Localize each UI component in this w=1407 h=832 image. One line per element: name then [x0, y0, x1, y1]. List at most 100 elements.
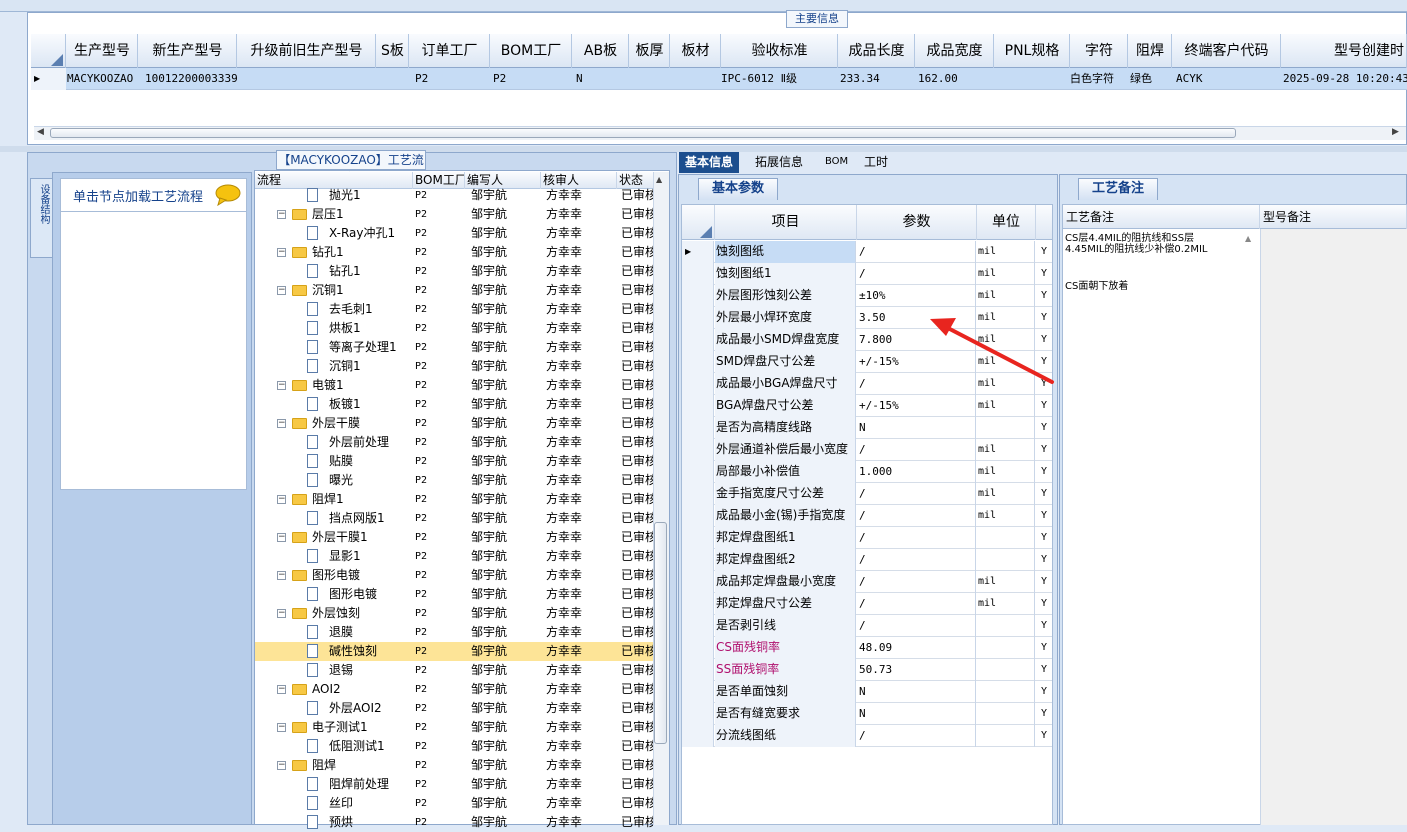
tree-row[interactable]: 板镀1 P2 邹宇航 方幸幸 已审核 [255, 395, 653, 414]
col-width[interactable]: 成品宽度 [916, 34, 994, 68]
param-value[interactable]: 1.000 [857, 461, 976, 483]
param-value[interactable]: / [857, 439, 976, 461]
tree-row[interactable]: − 阻焊 P2 邹宇航 方幸幸 已审核 [255, 756, 653, 775]
param-row[interactable]: 邦定焊盘图纸1/ Y [682, 527, 1052, 549]
param-value[interactable]: / [857, 593, 976, 615]
collapse-icon[interactable]: − [277, 685, 286, 694]
scroll-left-icon[interactable]: ◀ [37, 127, 44, 137]
col-old-model[interactable]: 升级前旧生产型号 [238, 34, 376, 68]
tree-row[interactable]: − 沉铜1 P2 邹宇航 方幸幸 已审核 [255, 281, 653, 300]
col-param[interactable]: 参数 [857, 205, 977, 240]
collapse-icon[interactable]: − [277, 761, 286, 770]
model-remark-area[interactable] [1261, 229, 1407, 825]
tree-row[interactable]: − 电子测试1 P2 邹宇航 方幸幸 已审核 [255, 718, 653, 737]
param-row[interactable]: 外层通道补偿后最小宽度 / mil Y [682, 439, 1052, 461]
col-thickness[interactable]: 板厚 [630, 34, 670, 68]
col-created[interactable]: 型号创建时 [1282, 34, 1407, 68]
param-value[interactable]: / [857, 527, 976, 549]
collapse-icon[interactable]: − [277, 210, 286, 219]
col-item[interactable]: 项目 [715, 205, 857, 240]
tree-row[interactable]: 碱性蚀刻 P2 邹宇航 方幸幸 已审核 [255, 642, 653, 661]
tree-row[interactable]: 丝印 P2 邹宇航 方幸幸 已审核 [255, 794, 653, 813]
tree-row[interactable]: 阻焊前处理 P2 邹宇航 方幸幸 已审核 [255, 775, 653, 794]
tree-row[interactable]: 去毛刺1 P2 邹宇航 方幸幸 已审核 [255, 300, 653, 319]
param-row[interactable]: 是否有缝宽要求 N Y [682, 703, 1052, 725]
col-silkscreen[interactable]: 字符 [1071, 34, 1128, 68]
param-value[interactable]: N [857, 417, 976, 439]
tree-row[interactable]: − AOI2 P2 邹宇航 方幸幸 已审核 [255, 680, 653, 699]
scroll-thumb[interactable] [50, 128, 1236, 138]
col-bom-factory[interactable]: BOM工厂 [491, 34, 572, 68]
col-unit[interactable]: 单位 [977, 205, 1036, 240]
col-ab-board[interactable]: AB板 [573, 34, 629, 68]
param-value[interactable]: N [857, 703, 976, 725]
param-value[interactable]: / [857, 483, 976, 505]
tree-row[interactable]: 沉铜1 P2 邹宇航 方幸幸 已审核 [255, 357, 653, 376]
tree-row[interactable]: 外层AOI2 P2 邹宇航 方幸幸 已审核 [255, 699, 653, 718]
scroll-thumb[interactable] [654, 522, 667, 744]
tree-row[interactable]: − 电镀1 P2 邹宇航 方幸幸 已审核 [255, 376, 653, 395]
tree-row[interactable]: 退膜 P2 邹宇航 方幸幸 已审核 [255, 623, 653, 642]
collapse-icon[interactable]: − [277, 609, 286, 618]
param-row[interactable]: 蚀刻图纸1/mil Y [682, 263, 1052, 285]
col-new-production-model[interactable]: 新生产型号 [139, 34, 237, 68]
col-length[interactable]: 成品长度 [839, 34, 915, 68]
tree-row[interactable]: − 图形电镀 P2 邹宇航 方幸幸 已审核 [255, 566, 653, 585]
tree-row[interactable]: − 外层干膜 P2 邹宇航 方幸幸 已审核 [255, 414, 653, 433]
param-value[interactable]: / [857, 241, 976, 263]
param-value[interactable]: N [857, 681, 976, 703]
col-soldermask[interactable]: 阻焊 [1129, 34, 1172, 68]
param-row[interactable]: SS面残铜率 50.73 Y [682, 659, 1052, 681]
collapse-icon[interactable]: − [277, 495, 286, 504]
col-order-factory[interactable]: 订单工厂 [410, 34, 490, 68]
col-acceptance[interactable]: 验收标准 [722, 34, 838, 68]
param-row[interactable]: 邦定焊盘图纸2/ Y [682, 549, 1052, 571]
tree-row[interactable]: 挡点网版1 P2 邹宇航 方幸幸 已审核 [255, 509, 653, 528]
param-value[interactable]: / [857, 505, 976, 527]
scroll-right-icon[interactable]: ▶ [1392, 127, 1399, 137]
tree-row[interactable]: 曝光 P2 邹宇航 方幸幸 已审核 [255, 471, 653, 490]
tree-row[interactable]: − 外层干膜1 P2 邹宇航 方幸幸 已审核 [255, 528, 653, 547]
tab-bom[interactable]: BOM [819, 152, 854, 173]
col-model-remark[interactable]: 型号备注 [1260, 205, 1407, 229]
param-row[interactable]: 分流线图纸 / Y [682, 725, 1052, 747]
tree-row[interactable]: 贴膜 P2 邹宇航 方幸幸 已审核 [255, 452, 653, 471]
col-material[interactable]: 板材 [671, 34, 721, 68]
param-value[interactable]: / [857, 571, 976, 593]
param-row[interactable]: 是否为高精度线路 N Y [682, 417, 1052, 439]
table-row[interactable]: ▶ MACYKOOZAO 10012200003339 P2 P2 N IPC-… [31, 68, 1407, 90]
param-row[interactable]: ▶ 蚀刻图纸 / mil Y [682, 241, 1052, 263]
param-row[interactable]: CS面残铜率 48.09 Y [682, 637, 1052, 659]
tree-row[interactable]: X-Ray冲孔1 P2 邹宇航 方幸幸 已审核 [255, 224, 653, 243]
tree-row[interactable]: 退锡 P2 邹宇航 方幸幸 已审核 [255, 661, 653, 680]
param-row[interactable]: 是否剥引线 / Y [682, 615, 1052, 637]
tree-row[interactable]: 抛光1 P2 邹宇航 方幸幸 已审核 [255, 186, 653, 205]
param-row[interactable]: 成品最小金(锡)手指宽度 / mil Y [682, 505, 1052, 527]
param-value[interactable]: / [857, 615, 976, 637]
param-row[interactable]: 成品邦定焊盘最小宽度 / mil Y [682, 571, 1052, 593]
tree-row[interactable]: − 阻焊1 P2 邹宇航 方幸幸 已审核 [255, 490, 653, 509]
collapse-icon[interactable]: − [277, 248, 286, 257]
col-process-remark[interactable]: 工艺备注 [1063, 205, 1260, 229]
param-value[interactable]: / [857, 263, 976, 285]
param-row[interactable]: 邦定焊盘尺寸公差 / mil Y [682, 593, 1052, 615]
collapse-icon[interactable]: − [277, 723, 286, 732]
tree-row[interactable]: 预烘 P2 邹宇航 方幸幸 已审核 [255, 813, 653, 832]
collapse-icon[interactable]: − [277, 571, 286, 580]
tree-row[interactable]: 等离子处理1 P2 邹宇航 方幸幸 已审核 [255, 338, 653, 357]
tree-row[interactable]: 烘板1 P2 邹宇航 方幸幸 已审核 [255, 319, 653, 338]
col-production-model[interactable]: 生产型号 [67, 34, 138, 68]
remark-scroll-up-icon[interactable]: ▲ [1245, 234, 1251, 243]
param-row[interactable]: 局部最小补偿值 1.000 mil Y [682, 461, 1052, 483]
tree-row[interactable]: 钻孔1 P2 邹宇航 方幸幸 已审核 [255, 262, 653, 281]
tree-row[interactable]: 低阻测试1 P2 邹宇航 方幸幸 已审核 [255, 737, 653, 756]
tree-row[interactable]: 显影1 P2 邹宇航 方幸幸 已审核 [255, 547, 653, 566]
param-row[interactable]: 金手指宽度尺寸公差 / mil Y [682, 483, 1052, 505]
param-value[interactable]: 50.73 [857, 659, 976, 681]
tree-row[interactable]: − 钻孔1 P2 邹宇航 方幸幸 已审核 [255, 243, 653, 262]
tree-row[interactable]: − 外层蚀刻 P2 邹宇航 方幸幸 已审核 [255, 604, 653, 623]
tree-row[interactable]: 外层前处理 P2 邹宇航 方幸幸 已审核 [255, 433, 653, 452]
collapse-icon[interactable]: − [277, 419, 286, 428]
collapse-icon[interactable]: − [277, 381, 286, 390]
tree-row[interactable]: 图形电镀 P2 邹宇航 方幸幸 已审核 [255, 585, 653, 604]
